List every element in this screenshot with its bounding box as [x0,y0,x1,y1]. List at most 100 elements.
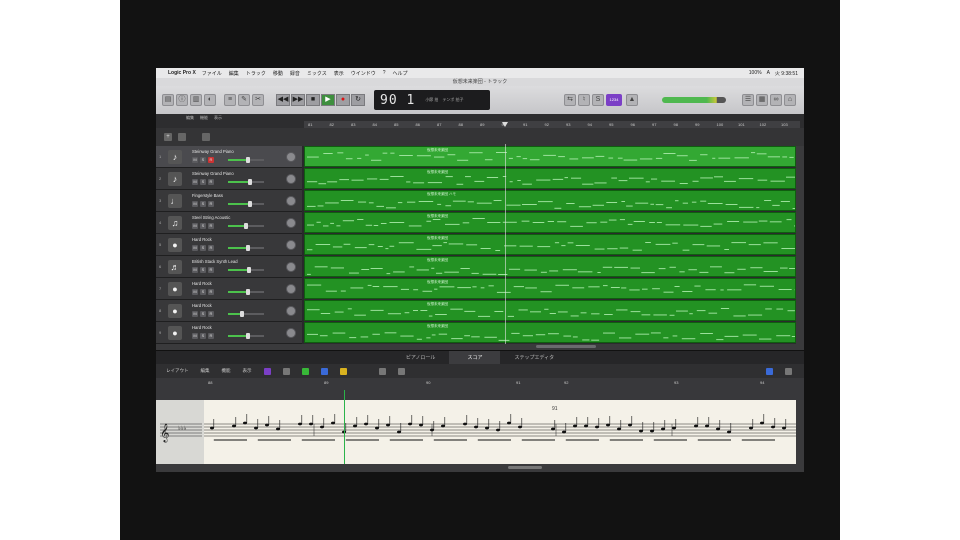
pencil-tool-icon[interactable] [397,367,405,375]
score-note[interactable] [276,427,280,431]
track-header[interactable]: 9 ● Hard Rock M S R [156,322,302,344]
score-note[interactable] [650,429,654,433]
score-note[interactable] [474,425,478,429]
track-header[interactable]: 1 ♪ Steinway Grand Piano M S R [156,146,302,168]
score-note[interactable] [551,427,555,431]
score-note[interactable] [254,426,258,430]
track-name[interactable]: Hard Rock [192,281,212,286]
count-in-button[interactable]: 1234 [606,94,622,106]
volume-fader-knob[interactable] [240,311,245,317]
score-note[interactable] [496,428,500,432]
score-note[interactable] [320,425,324,429]
lcd-display[interactable]: 90 1 小節 拍 テンポ 拍子 [374,90,490,110]
score-scrollbar[interactable] [508,466,542,469]
score-note[interactable] [397,430,401,434]
score-ruler[interactable]: 88 89 90 91 92 93 94 [156,378,804,400]
inspector-button[interactable]: ⓘ [176,94,188,106]
pan-knob[interactable] [286,262,296,272]
add-track-icon[interactable]: + [164,133,172,141]
score-note[interactable] [782,426,786,430]
score-note[interactable] [672,426,676,430]
score-note[interactable] [364,422,368,426]
editor-tab[interactable]: スコア [449,351,501,364]
track-header[interactable]: 7 ● Hard Rock M S R [156,278,302,300]
mute-button[interactable]: M [192,223,198,229]
score-note[interactable] [705,424,709,428]
score-note[interactable] [639,429,643,433]
toolbar-button[interactable]: ▥ [190,94,202,106]
pan-knob[interactable] [286,306,296,316]
volume-fader[interactable] [228,157,264,163]
score-note[interactable] [375,426,379,430]
score-note[interactable] [298,422,302,426]
track-name[interactable]: Steinway Grand Piano [192,171,234,176]
editor-tab[interactable]: ピアノロール [406,351,436,364]
catch-button[interactable] [301,367,309,375]
horizontal-scrollbar[interactable] [536,345,596,348]
solo-button[interactable]: S [200,289,206,295]
score-menu[interactable]: 機能 [222,368,231,374]
score-note[interactable] [749,426,753,430]
midi-out-button[interactable] [263,367,271,375]
volume-fader[interactable] [228,201,264,207]
track-header[interactable]: 4 ♫ Steel String Acoustic M S R [156,212,302,234]
solo-button[interactable]: S [200,267,206,273]
solo-button[interactable]: S [200,245,206,251]
volume-fader[interactable] [228,333,264,339]
rewind-button[interactable]: ◀◀ [276,94,290,106]
score-note[interactable] [518,425,522,429]
pan-knob[interactable] [286,218,296,228]
score-note[interactable] [617,427,621,431]
track-name[interactable]: Hard Rock [192,325,212,330]
forward-button[interactable]: ▶▶ [291,94,305,106]
solo-button[interactable]: S [200,157,206,163]
midi-region[interactable]: 仮想未来楽団 [304,146,796,167]
stop-button[interactable]: ■ [306,94,320,106]
volume-fader-knob[interactable] [245,289,250,295]
record-enable-button[interactable]: R [208,333,214,339]
score-menu[interactable]: 表示 [243,368,252,374]
record-enable-button[interactable]: R [208,289,214,295]
score-note[interactable] [210,426,214,430]
pan-knob[interactable] [286,152,296,162]
toolstrip-menu[interactable]: 機能 [200,114,208,121]
solo-button[interactable]: S [200,333,206,339]
menu-item[interactable]: ヘルプ [393,70,408,77]
score-note[interactable] [463,422,467,426]
volume-fader[interactable] [228,179,264,185]
filter-button[interactable] [339,367,347,375]
score-note[interactable] [331,421,335,425]
master-volume-meter[interactable] [662,97,726,103]
score-note[interactable] [232,424,236,428]
volume-fader[interactable] [228,245,264,251]
solo-button[interactable]: S [200,311,206,317]
track-name[interactable]: Hard Rock [192,303,212,308]
mute-button[interactable]: M [192,311,198,317]
record-enable-button[interactable]: R [208,157,214,163]
play-button[interactable]: ▶ [321,94,335,106]
pan-knob[interactable] [286,328,296,338]
score-note[interactable] [584,424,588,428]
record-enable-button[interactable]: R [208,245,214,251]
mute-button[interactable]: M [192,157,198,163]
menu-item[interactable]: 移動 [273,70,283,77]
midi-region[interactable]: 仮想未来楽団 [304,300,796,321]
loop-browser-button[interactable]: ∞ [770,94,782,106]
link-button[interactable] [320,367,328,375]
editor-tab[interactable]: ステップエディタ [514,351,554,364]
track-header[interactable]: 3 ♩ Fingerstyle Bass M S R [156,190,302,212]
track-name[interactable]: Hard Rock [192,237,212,242]
score-menu[interactable]: レイアウト [166,368,189,374]
score-note[interactable] [243,421,247,425]
mute-button[interactable]: M [192,289,198,295]
score-note[interactable] [408,422,412,426]
track-view-icon[interactable] [178,133,186,141]
score-note[interactable] [265,423,269,427]
score-playhead[interactable] [344,390,345,464]
playhead-line[interactable] [505,144,506,344]
volume-fader-knob[interactable] [247,201,252,207]
volume-fader-knob[interactable] [244,223,248,229]
midi-region[interactable]: 仮想未来楽団 [304,212,796,233]
solo-button[interactable]: S [592,94,604,106]
editor-menu-button[interactable] [785,367,792,375]
